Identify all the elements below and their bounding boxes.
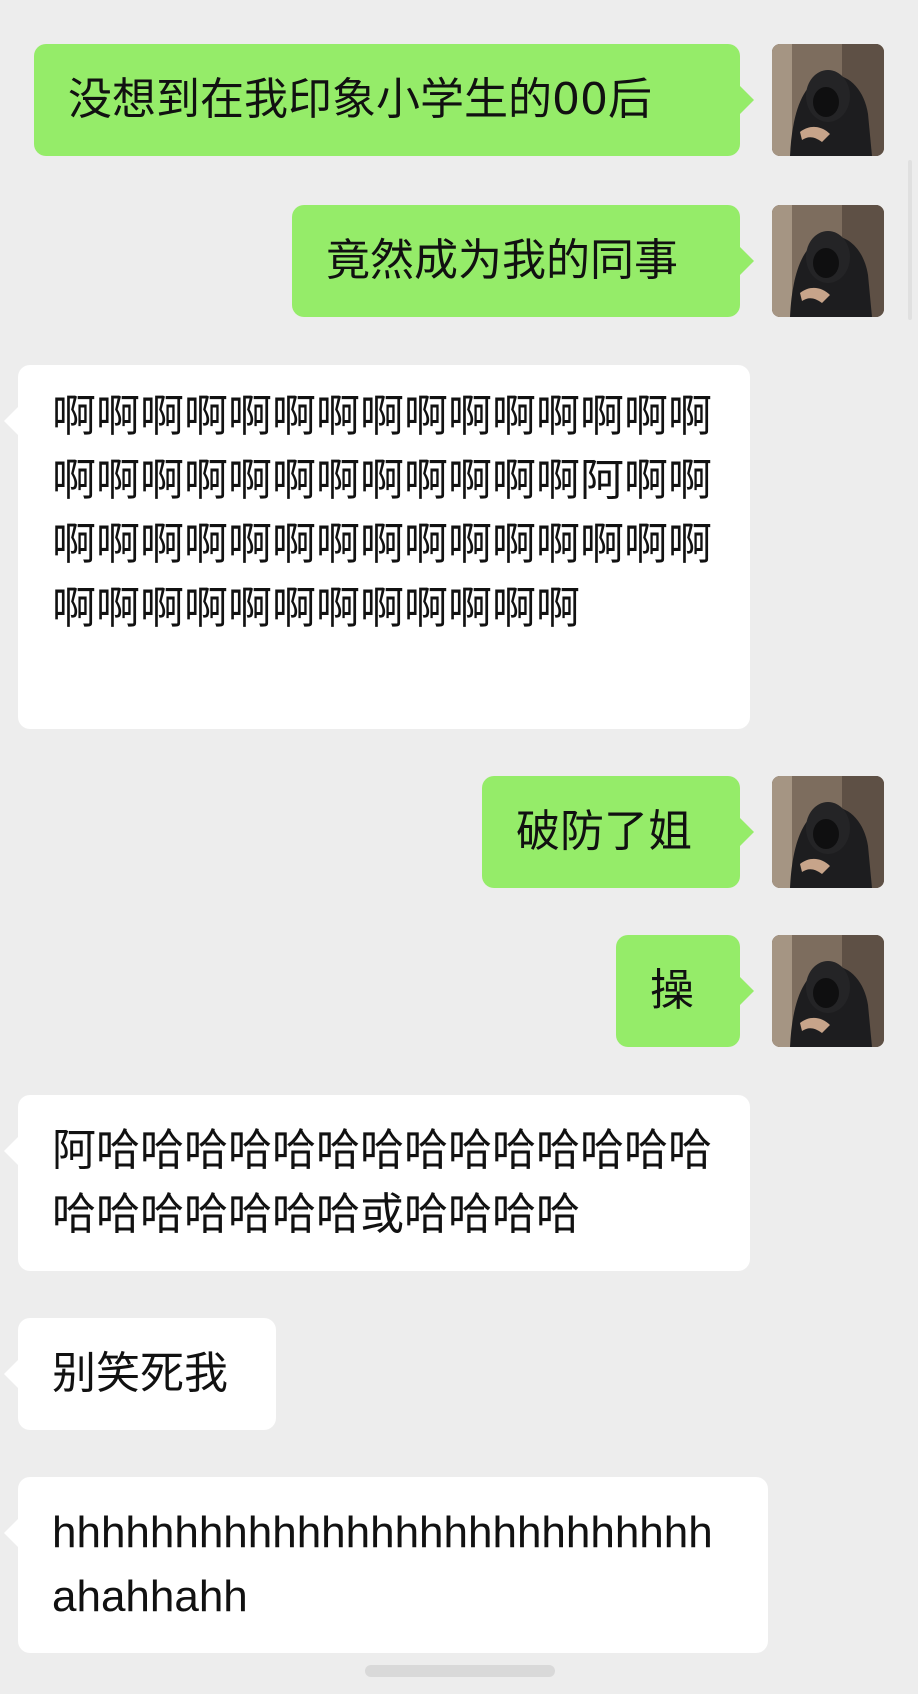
avatar-photo-icon (772, 776, 884, 888)
message-bubble-sent[interactable]: 破防了姐 (482, 776, 754, 888)
message-row-sent: 破防了姐 (0, 776, 918, 888)
message-bubble-received[interactable]: 别笑死我 (4, 1318, 276, 1430)
bubble-tail (740, 818, 754, 846)
bubble-tail (4, 1360, 18, 1388)
message-text: 操 (650, 965, 694, 1016)
avatar-photo-icon (772, 44, 884, 156)
message-row-sent: 操 (0, 935, 918, 1047)
message-row-sent: 没想到在我印象小学生的00后 (0, 44, 918, 156)
message-text: hhhhhhhhhhhhhhhhhhhhhhhhhhhahahhahh (52, 1508, 713, 1621)
chat-message-list[interactable]: 没想到在我印象小学生的00后 竟然成为我的同事 啊啊啊啊啊啊啊啊啊啊啊啊啊啊啊啊… (0, 0, 918, 1694)
bubble-tail (4, 1137, 18, 1165)
message-text: 啊啊啊啊啊啊啊啊啊啊啊啊啊啊啊啊啊啊啊啊啊啊啊啊啊啊啊阿啊啊啊啊啊啊啊啊啊啊啊啊… (52, 391, 712, 634)
message-text: 破防了姐 (516, 806, 692, 857)
avatar[interactable] (772, 44, 884, 156)
avatar[interactable] (772, 776, 884, 888)
avatar[interactable] (772, 205, 884, 317)
home-indicator[interactable] (365, 1665, 555, 1677)
bubble-tail (740, 977, 754, 1005)
bubble-tail (4, 1519, 18, 1547)
bubble-tail (740, 86, 754, 114)
message-bubble-received[interactable]: hhhhhhhhhhhhhhhhhhhhhhhhhhhahahhahh (4, 1477, 768, 1653)
avatar[interactable] (772, 935, 884, 1047)
message-text: 别笑死我 (52, 1348, 228, 1399)
message-row-received: 啊啊啊啊啊啊啊啊啊啊啊啊啊啊啊啊啊啊啊啊啊啊啊啊啊啊啊阿啊啊啊啊啊啊啊啊啊啊啊啊… (0, 365, 918, 729)
message-text: 没想到在我印象小学生的00后 (68, 74, 652, 125)
message-bubble-sent[interactable]: 操 (616, 935, 754, 1047)
bubble-tail (4, 407, 18, 435)
bubble-tail (740, 247, 754, 275)
message-text: 竟然成为我的同事 (326, 235, 678, 286)
avatar-photo-icon (772, 205, 884, 317)
message-bubble-sent[interactable]: 竟然成为我的同事 (292, 205, 754, 317)
message-row-received: 别笑死我 (0, 1318, 918, 1430)
message-row-received: hhhhhhhhhhhhhhhhhhhhhhhhhhhahahhahh (0, 1477, 918, 1653)
message-row-received: 阿哈哈哈哈哈哈哈哈哈哈哈哈哈哈哈哈哈哈哈哈哈或哈哈哈哈 (0, 1095, 918, 1271)
message-row-sent: 竟然成为我的同事 (0, 205, 918, 317)
avatar-photo-icon (772, 935, 884, 1047)
message-bubble-received[interactable]: 阿哈哈哈哈哈哈哈哈哈哈哈哈哈哈哈哈哈哈哈哈哈或哈哈哈哈 (4, 1095, 750, 1271)
message-text: 阿哈哈哈哈哈哈哈哈哈哈哈哈哈哈哈哈哈哈哈哈哈或哈哈哈哈 (52, 1125, 712, 1240)
message-bubble-received[interactable]: 啊啊啊啊啊啊啊啊啊啊啊啊啊啊啊啊啊啊啊啊啊啊啊啊啊啊啊阿啊啊啊啊啊啊啊啊啊啊啊啊… (4, 365, 750, 729)
scrollbar[interactable] (908, 160, 912, 320)
message-bubble-sent[interactable]: 没想到在我印象小学生的00后 (34, 44, 754, 156)
